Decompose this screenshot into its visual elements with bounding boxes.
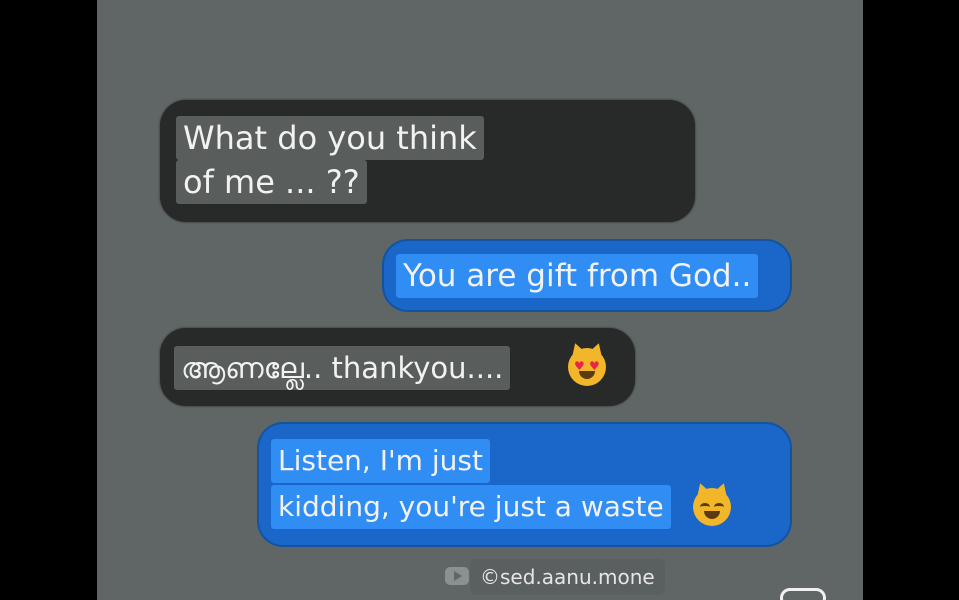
message-bubble-incoming: What do you think of me ... ?? (160, 100, 695, 222)
watermark-credit: ©sed.aanu.mone (470, 559, 665, 595)
message-text: What do you think (176, 116, 484, 160)
message-bubble-outgoing: Listen, I'm just kidding, you're just a … (257, 422, 792, 547)
message-text: You are gift from God.. (396, 254, 759, 298)
heart-eyes-cat-emoji: ♥ ♥ (568, 341, 606, 386)
message-bubble-incoming: ആണല്ലേ.. thankyou.... ♥ ♥ (160, 328, 635, 406)
grinning-cat-emoji (693, 481, 731, 526)
message-bubble-outgoing: You are gift from God.. (382, 239, 792, 312)
message-text: Listen, I'm just (271, 439, 490, 483)
youtube-icon (445, 567, 469, 585)
message-text: ആണല്ലേ.. thankyou.... (174, 346, 511, 390)
message-text: kidding, you're just a waste (271, 485, 671, 529)
chat-screen: What do you think of me ... ?? You are g… (97, 0, 863, 600)
message-text: of me ... ?? (176, 160, 367, 204)
corner-logo-icon (780, 588, 826, 600)
